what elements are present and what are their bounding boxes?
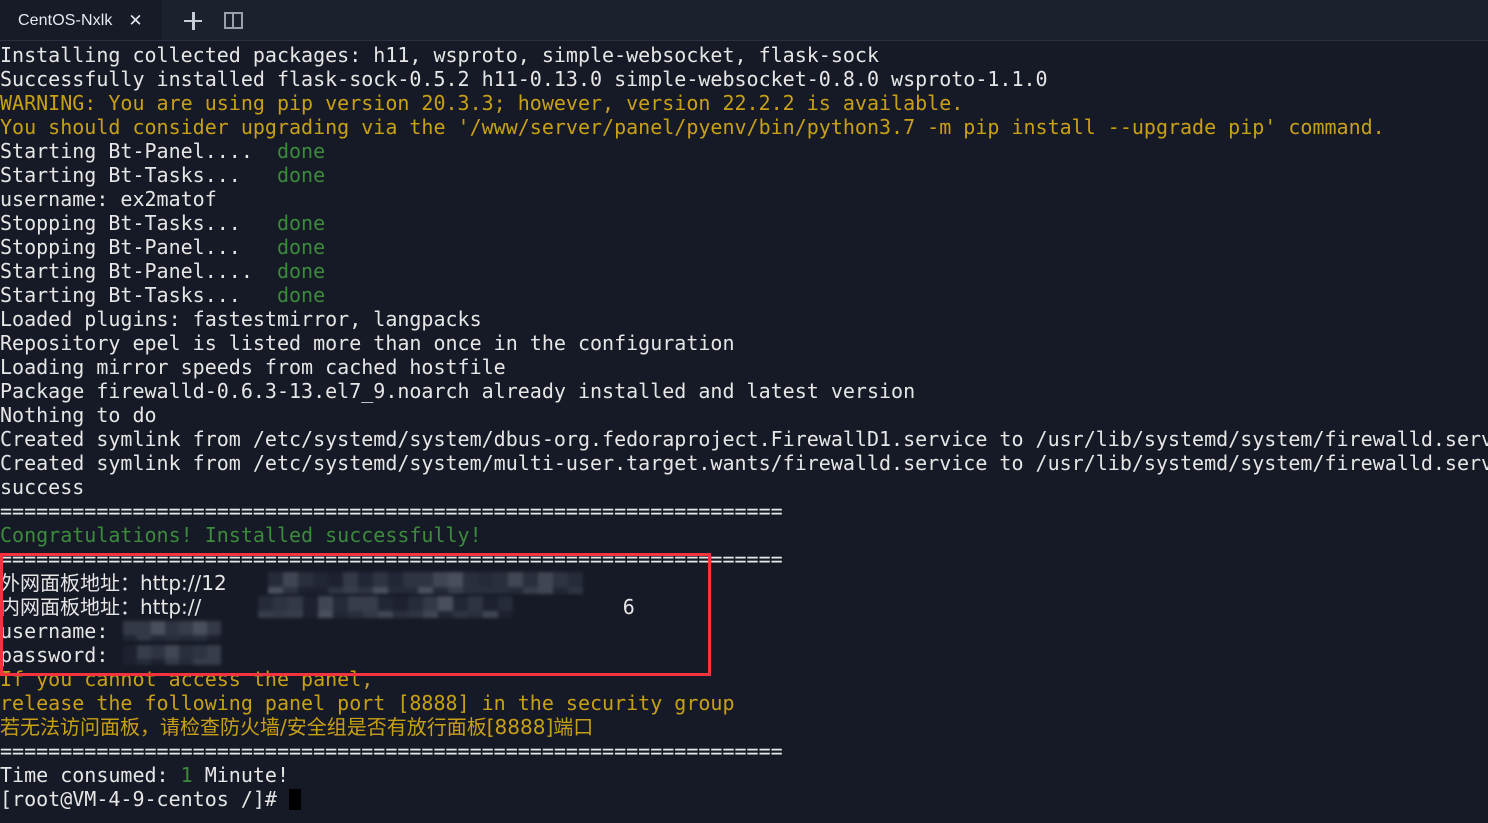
terminal-text: Stopping Bt-Tasks...	[0, 211, 241, 235]
terminal-line: ========================================…	[0, 739, 1488, 763]
terminal-text: release the following panel port [8888] …	[0, 691, 735, 715]
terminal-text: Repository epel is listed more than once…	[0, 331, 735, 355]
terminal-line: release the following panel port [8888] …	[0, 691, 1488, 715]
terminal-line: Stopping Bt-Panel... done	[0, 235, 1488, 259]
terminal-text: Starting Bt-Panel....	[0, 139, 253, 163]
terminal-text: Time consumed:	[0, 763, 181, 787]
terminal-text: password:	[0, 643, 109, 667]
tab-bar: CentOS-Nxlk ✕	[0, 0, 1488, 41]
terminal-status-text: done	[276, 139, 326, 163]
terminal-spacer	[241, 283, 277, 307]
terminal-line: Loaded plugins: fastestmirror, langpacks	[0, 307, 1488, 331]
terminal-cursor	[288, 789, 301, 810]
terminal-line: [root@VM-4-9-centos /]#	[0, 787, 1488, 811]
terminal-line: username: ex2matof	[0, 187, 1488, 211]
terminal-text: [root@VM-4-9-centos /]#	[0, 787, 289, 811]
redaction-external-address	[268, 572, 594, 594]
terminal-line: Installing collected packages: h11, wspr…	[0, 43, 1488, 67]
terminal-spacer	[241, 163, 277, 187]
terminal-text: Stopping Bt-Panel...	[0, 235, 241, 259]
terminal-status-text: done	[276, 235, 326, 259]
terminal-text: Loading mirror speeds from cached hostfi…	[0, 355, 506, 379]
terminal-line: ========================================…	[0, 499, 1488, 523]
redaction-internal-address	[258, 596, 516, 618]
terminal-status-text: done	[276, 283, 326, 307]
new-tab-button[interactable]	[176, 4, 210, 38]
tab-bar-actions	[162, 0, 250, 41]
terminal-text: Starting Bt-Tasks...	[0, 283, 241, 307]
terminal-line: Starting Bt-Panel.... done	[0, 139, 1488, 163]
terminal-line: You should consider upgrading via the '/…	[0, 115, 1488, 139]
terminal-text: Created symlink from /etc/systemd/system…	[0, 427, 1488, 451]
terminal-line: Starting Bt-Tasks... done	[0, 283, 1488, 307]
terminal-status-text: done	[276, 163, 326, 187]
terminal-text: 内网面板地址：http://	[0, 595, 202, 619]
terminal-line: Stopping Bt-Tasks... done	[0, 211, 1488, 235]
terminal-spacer	[253, 259, 277, 283]
terminal-line: Package firewalld-0.6.3-13.el7_9.noarch …	[0, 379, 1488, 403]
terminal-text: Installing collected packages: h11, wspr…	[0, 43, 879, 67]
terminal-line: Repository epel is listed more than once…	[0, 331, 1488, 355]
terminal-line: 外网面板地址：http://12	[0, 571, 1488, 595]
terminal-text: ========================================…	[0, 499, 783, 523]
terminal-text: success	[0, 475, 85, 499]
redaction-password	[123, 645, 226, 665]
terminal-line: success	[0, 475, 1488, 499]
terminal-status-text: done	[276, 259, 326, 283]
terminal-text: Package firewalld-0.6.3-13.el7_9.noarch …	[0, 379, 916, 403]
terminal-text: 若无法访问面板，请检查防火墙/安全组是否有放行面板[8888]端口	[0, 715, 594, 739]
terminal-spacer	[241, 211, 277, 235]
terminal-lines: Installing collected packages: h11, wspr…	[0, 43, 1488, 811]
terminal-text: You should consider upgrading via the '/…	[0, 115, 1385, 139]
terminal-text: Successfully installed flask-sock-0.5.2 …	[0, 67, 1048, 91]
terminal-spacer	[253, 139, 277, 163]
terminal-text: Nothing to do	[0, 403, 157, 427]
redaction-username	[123, 621, 226, 641]
terminal-text: Loaded plugins: fastestmirror, langpacks	[0, 307, 482, 331]
terminal-text: Minute!	[192, 763, 289, 787]
terminal-text: 1	[180, 763, 193, 787]
split-pane-icon	[223, 12, 243, 29]
terminal-line: Congratulations! Installed successfully!	[0, 523, 1488, 547]
terminal-text: Created symlink from /etc/systemd/system…	[0, 451, 1488, 475]
terminal-text: 外网面板地址：http://12	[0, 571, 227, 595]
terminal-line: 若无法访问面板，请检查防火墙/安全组是否有放行面板[8888]端口	[0, 715, 1488, 739]
split-pane-button[interactable]	[216, 4, 250, 38]
terminal-spacer	[241, 235, 277, 259]
terminal-output-pane[interactable]: Installing collected packages: h11, wspr…	[0, 41, 1488, 823]
terminal-line: Starting Bt-Tasks... done	[0, 163, 1488, 187]
terminal-tab[interactable]: CentOS-Nxlk ✕	[0, 0, 162, 41]
plus-icon	[184, 11, 202, 30]
terminal-line: Successfully installed flask-sock-0.5.2 …	[0, 67, 1488, 91]
terminal-line: Created symlink from /etc/systemd/system…	[0, 451, 1488, 475]
terminal-line: 内网面板地址：http:// 6	[0, 595, 1488, 619]
terminal-line: Loading mirror speeds from cached hostfi…	[0, 355, 1488, 379]
terminal-line: Starting Bt-Panel.... done	[0, 259, 1488, 283]
terminal-text: Congratulations! Installed successfully!	[0, 523, 482, 547]
terminal-text: username:	[0, 619, 109, 643]
terminal-text: ========================================…	[0, 547, 783, 571]
tab-title: CentOS-Nxlk	[18, 11, 113, 29]
terminal-status-text: done	[276, 211, 326, 235]
terminal-line: If you cannot access the panel,	[0, 667, 1488, 691]
terminal-text: username: ex2matof	[0, 187, 217, 211]
terminal-text: ========================================…	[0, 739, 783, 763]
terminal-line: Created symlink from /etc/systemd/system…	[0, 427, 1488, 451]
terminal-text: Starting Bt-Panel....	[0, 259, 253, 283]
terminal-line: ========================================…	[0, 547, 1488, 571]
terminal-text: Starting Bt-Tasks...	[0, 163, 241, 187]
close-icon[interactable]: ✕	[126, 12, 144, 29]
terminal-line: WARNING: You are using pip version 20.3.…	[0, 91, 1488, 115]
terminal-line: Time consumed: 1 Minute!	[0, 763, 1488, 787]
terminal-line: Nothing to do	[0, 403, 1488, 427]
terminal-text: If you cannot access the panel,	[0, 667, 374, 691]
terminal-text: WARNING: You are using pip version 20.3.…	[0, 91, 964, 115]
